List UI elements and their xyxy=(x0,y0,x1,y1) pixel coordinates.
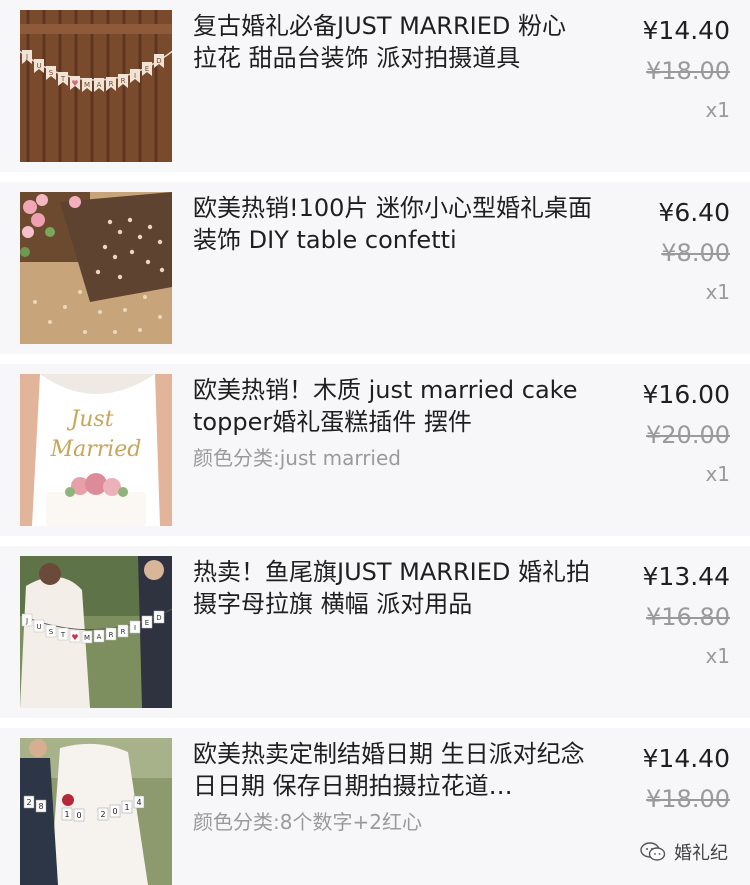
flag-digit: 4 xyxy=(136,798,141,807)
order-item[interactable]: 欧美热销!100片 迷你小心型婚礼桌面装饰 DIY table confetti… xyxy=(0,182,750,354)
flag-letter: M xyxy=(84,634,90,642)
flag-letter: S xyxy=(49,69,54,77)
flag-letter: T xyxy=(60,631,66,639)
flag-letter: E xyxy=(145,619,149,627)
flag-letter: J xyxy=(25,617,28,625)
flag-digit: 0 xyxy=(112,807,117,816)
original-price: ¥16.80 xyxy=(646,603,730,631)
product-title[interactable]: 欧美热卖定制结婚日期 生日派对纪念日日期 保存日期拍摄拉花道… xyxy=(193,738,593,802)
garland-photo: J U S T ♥ M A R R I E D xyxy=(20,10,172,162)
quantity: x1 xyxy=(705,98,730,122)
flag-letter: I xyxy=(134,624,136,632)
order-item[interactable]: J U S T ♥ M A R R I E D 复古婚礼必备JUST MARRI… xyxy=(0,0,750,172)
flag-letter: S xyxy=(49,628,54,636)
price: ¥13.44 xyxy=(642,562,730,591)
row-divider xyxy=(0,718,750,728)
watermark-text: 婚礼纪 xyxy=(674,843,728,864)
original-price: ¥18.00 xyxy=(646,785,730,813)
row-divider xyxy=(0,172,750,182)
date-banner-photo: 2 8 1 0 2 0 1 4 xyxy=(20,738,172,885)
product-title[interactable]: 复古婚礼必备JUST MARRIED 粉心 拉花 甜品台装饰 派对拍摄道具 xyxy=(193,10,593,74)
flag-digit: 2 xyxy=(100,810,105,819)
original-price: ¥18.00 xyxy=(646,57,730,85)
flag-digit: 1 xyxy=(124,803,129,812)
flag-letter: M xyxy=(84,81,90,89)
flag-letter: D xyxy=(156,614,161,622)
flag-heart: ♥ xyxy=(71,633,78,642)
flag-letter: R xyxy=(121,77,126,85)
flag-letter: E xyxy=(145,65,149,73)
pennant-banner-photo: J U S T ♥ M A R R I E D xyxy=(20,556,172,708)
flag-letter: U xyxy=(36,623,41,631)
order-item[interactable]: 2 8 1 0 2 0 1 4 欧美热卖定制结婚日期 生日派对纪念日日期 保存日… xyxy=(0,728,750,885)
product-thumbnail[interactable]: Just Married xyxy=(20,374,172,526)
flag-letter: R xyxy=(109,80,114,88)
product-variant: 颜色分类:8个数字+2红心 xyxy=(193,810,422,834)
cake-topper-photo: Just Married xyxy=(20,374,172,526)
product-title[interactable]: 热卖！鱼尾旗JUST MARRIED 婚礼拍摄字母拉旗 横幅 派对用品 xyxy=(193,556,593,620)
flag-letter: J xyxy=(25,53,28,61)
confetti-photo xyxy=(20,192,172,344)
quantity: x1 xyxy=(705,462,730,486)
flag-letter: I xyxy=(134,72,136,80)
quantity: x1 xyxy=(705,280,730,304)
flag-letter: T xyxy=(60,75,66,83)
product-thumbnail[interactable]: J U S T ♥ M A R R I E D xyxy=(20,556,172,708)
flag-digit: 1 xyxy=(64,810,69,819)
watermark: 婚礼纪 xyxy=(640,839,728,865)
price: ¥6.40 xyxy=(658,198,730,227)
flag-digit: 0 xyxy=(76,811,81,820)
product-thumbnail[interactable]: 2 8 1 0 2 0 1 4 xyxy=(20,738,172,885)
wechat-icon xyxy=(640,842,666,861)
flag-heart: ♥ xyxy=(71,79,78,88)
product-title[interactable]: 欧美热销!100片 迷你小心型婚礼桌面装饰 DIY table confetti xyxy=(193,192,593,256)
flag-letter: A xyxy=(97,81,102,89)
product-variant: 颜色分类:just married xyxy=(193,446,401,470)
flag-letter: U xyxy=(36,62,41,70)
topper-word: Married xyxy=(50,437,142,462)
flag-digit: 8 xyxy=(38,802,43,811)
row-divider xyxy=(0,354,750,364)
price: ¥16.00 xyxy=(642,380,730,409)
order-item-list: J U S T ♥ M A R R I E D 复古婚礼必备JUST MARRI… xyxy=(0,0,750,885)
topper-word: Just xyxy=(66,407,113,432)
flag-digit: 2 xyxy=(26,798,31,807)
row-divider xyxy=(0,536,750,546)
flag-letter: A xyxy=(97,633,102,641)
flag-letter: D xyxy=(156,57,161,65)
original-price: ¥8.00 xyxy=(661,239,730,267)
order-item[interactable]: Just Married 欧美热销！木质 just married cake t… xyxy=(0,364,750,536)
original-price: ¥20.00 xyxy=(646,421,730,449)
order-item[interactable]: J U S T ♥ M A R R I E D 热卖！鱼尾旗JUST MARRI… xyxy=(0,546,750,718)
product-thumbnail[interactable]: J U S T ♥ M A R R I E D xyxy=(20,10,172,162)
quantity: x1 xyxy=(705,644,730,668)
flag-letter: R xyxy=(109,631,114,639)
product-thumbnail[interactable] xyxy=(20,192,172,344)
price: ¥14.40 xyxy=(642,16,730,45)
flag-letter: R xyxy=(121,628,126,636)
price: ¥14.40 xyxy=(642,744,730,773)
product-title[interactable]: 欧美热销！木质 just married cake topper婚礼蛋糕插件 摆… xyxy=(193,374,593,438)
